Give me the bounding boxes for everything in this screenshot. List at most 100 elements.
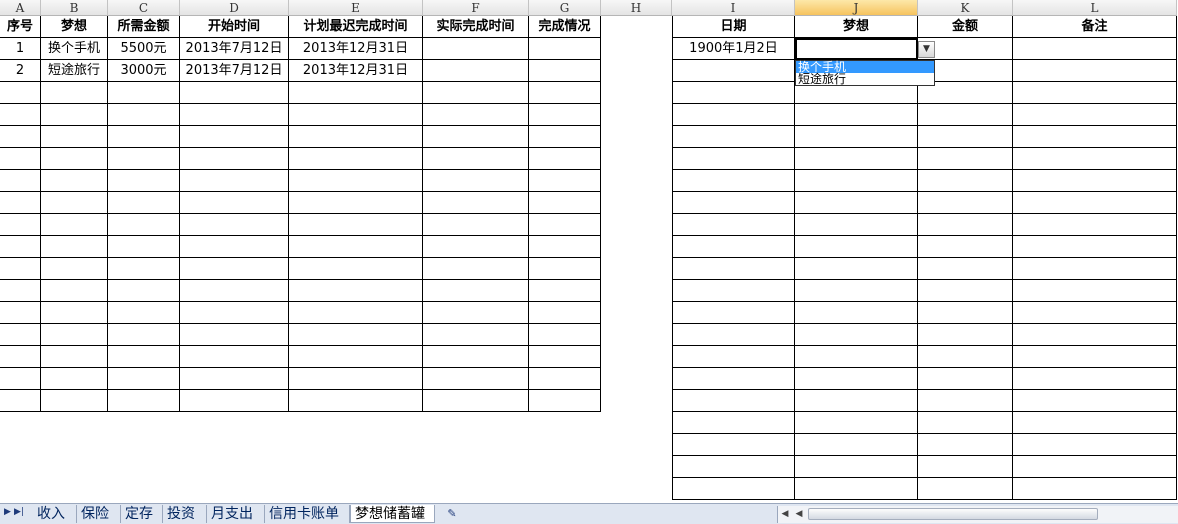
table-cell[interactable] — [423, 148, 529, 170]
table-cell[interactable] — [289, 324, 423, 346]
table-cell[interactable] — [180, 258, 289, 280]
table-cell[interactable] — [41, 170, 108, 192]
table-cell[interactable] — [108, 368, 180, 390]
next-sheet-icon[interactable]: ▶ — [4, 507, 11, 517]
table-cell[interactable] — [529, 126, 601, 148]
table-cell[interactable] — [1013, 478, 1177, 500]
table-cell[interactable] — [289, 192, 423, 214]
table-cell[interactable] — [180, 390, 289, 412]
table-cell[interactable] — [108, 390, 180, 412]
table-cell[interactable] — [289, 104, 423, 126]
table-cell[interactable] — [672, 148, 795, 170]
table-cell[interactable] — [289, 346, 423, 368]
active-cell-j2[interactable] — [795, 38, 918, 60]
table-cell[interactable] — [180, 368, 289, 390]
table-cell[interactable] — [918, 148, 1013, 170]
table-cell[interactable] — [0, 126, 41, 148]
table-cell[interactable]: 1 — [0, 38, 41, 60]
table-cell[interactable] — [180, 170, 289, 192]
table-cell[interactable] — [529, 368, 601, 390]
table-cell[interactable] — [529, 82, 601, 104]
scroll-left-icon[interactable]: ◀ — [792, 507, 806, 521]
table-cell[interactable] — [0, 192, 41, 214]
column-title[interactable]: 梦想 — [795, 16, 918, 38]
table-cell[interactable] — [41, 368, 108, 390]
table-cell[interactable] — [918, 280, 1013, 302]
table-cell[interactable] — [41, 346, 108, 368]
table-cell[interactable] — [0, 236, 41, 258]
table-cell[interactable] — [0, 390, 41, 412]
sheet-tab[interactable]: 定存 — [121, 505, 163, 523]
table-cell[interactable] — [41, 302, 108, 324]
sheet-tab[interactable]: 梦想储蓄罐 — [350, 505, 435, 523]
table-cell[interactable] — [529, 302, 601, 324]
table-cell[interactable] — [1013, 412, 1177, 434]
table-cell[interactable] — [918, 346, 1013, 368]
table-cell[interactable]: 2013年12月31日 — [289, 38, 423, 60]
table-cell[interactable] — [108, 280, 180, 302]
column-header-l[interactable]: L — [1013, 0, 1177, 16]
table-cell[interactable] — [795, 412, 918, 434]
horizontal-scrollbar[interactable]: ◀ ◀ — [777, 506, 1178, 523]
table-cell[interactable]: 2013年7月12日 — [180, 60, 289, 82]
table-cell[interactable] — [529, 38, 601, 60]
table-cell[interactable] — [41, 192, 108, 214]
table-cell[interactable] — [795, 170, 918, 192]
table-cell[interactable] — [672, 302, 795, 324]
table-cell[interactable] — [672, 456, 795, 478]
sheet-tab[interactable]: 信用卡账单 — [265, 505, 350, 523]
table-cell[interactable] — [423, 214, 529, 236]
table-cell[interactable] — [795, 324, 918, 346]
table-cell[interactable] — [918, 192, 1013, 214]
column-title[interactable]: 所需金额 — [108, 16, 180, 38]
table-cell[interactable] — [672, 170, 795, 192]
table-cell[interactable] — [1013, 346, 1177, 368]
table-cell[interactable] — [918, 324, 1013, 346]
table-cell[interactable] — [672, 324, 795, 346]
table-cell[interactable] — [795, 148, 918, 170]
last-sheet-icon[interactable]: ▶| — [14, 507, 24, 517]
table-cell[interactable] — [1013, 38, 1177, 60]
table-cell[interactable] — [423, 280, 529, 302]
table-cell[interactable] — [795, 478, 918, 500]
table-cell[interactable] — [289, 214, 423, 236]
table-cell[interactable] — [672, 258, 795, 280]
table-cell[interactable] — [672, 192, 795, 214]
table-cell[interactable] — [918, 478, 1013, 500]
table-cell[interactable] — [529, 346, 601, 368]
table-cell[interactable] — [41, 280, 108, 302]
table-cell[interactable] — [529, 104, 601, 126]
table-cell[interactable] — [795, 346, 918, 368]
dropdown-list[interactable]: 换个手机 短途旅行 — [795, 60, 935, 86]
table-cell[interactable] — [0, 346, 41, 368]
table-cell[interactable] — [918, 104, 1013, 126]
table-cell[interactable] — [289, 368, 423, 390]
table-cell[interactable] — [289, 390, 423, 412]
table-cell[interactable] — [108, 236, 180, 258]
table-cell[interactable] — [918, 236, 1013, 258]
table-cell[interactable] — [0, 104, 41, 126]
table-cell[interactable] — [108, 104, 180, 126]
column-title[interactable]: 梦想 — [41, 16, 108, 38]
table-cell[interactable] — [289, 170, 423, 192]
table-cell[interactable]: 2 — [0, 60, 41, 82]
table-cell[interactable] — [918, 412, 1013, 434]
table-cell[interactable] — [108, 82, 180, 104]
table-cell[interactable] — [918, 368, 1013, 390]
table-cell[interactable] — [108, 170, 180, 192]
column-title[interactable]: 计划最迟完成时间 — [289, 16, 423, 38]
sheet-tab[interactable]: 月支出 — [207, 505, 265, 523]
table-cell[interactable] — [289, 236, 423, 258]
table-cell[interactable] — [289, 258, 423, 280]
table-cell[interactable] — [672, 434, 795, 456]
table-cell[interactable] — [423, 38, 529, 60]
table-cell[interactable] — [795, 456, 918, 478]
table-cell[interactable] — [41, 126, 108, 148]
column-header-a[interactable]: A — [0, 0, 41, 16]
column-header-d[interactable]: D — [180, 0, 289, 16]
column-header-h[interactable]: H — [601, 0, 672, 16]
column-header-b[interactable]: B — [41, 0, 108, 16]
table-cell[interactable] — [795, 258, 918, 280]
column-header-f[interactable]: F — [423, 0, 529, 16]
table-cell[interactable] — [0, 258, 41, 280]
